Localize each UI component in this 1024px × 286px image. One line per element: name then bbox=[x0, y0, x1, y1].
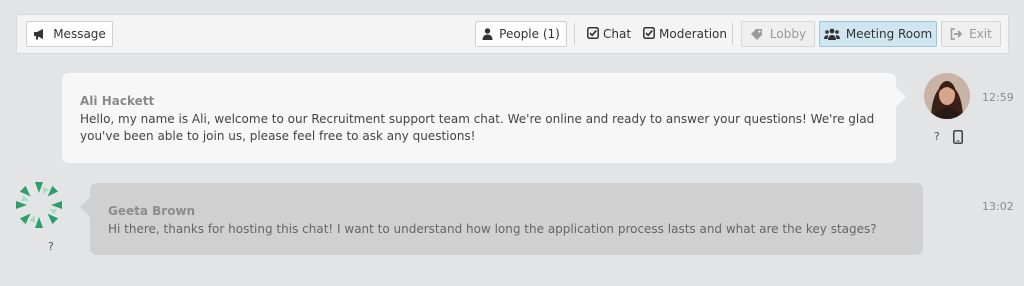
user-icon bbox=[482, 28, 493, 40]
message-author: Ali Hackett bbox=[80, 94, 155, 108]
message-author: Geeta Brown bbox=[108, 204, 196, 218]
chat-toggle-label: Chat bbox=[603, 27, 632, 41]
lobby-button[interactable]: Lobby bbox=[741, 21, 815, 47]
message-text: Hi there, thanks for hosting this chat! … bbox=[108, 222, 877, 236]
chat-toggle[interactable]: Chat bbox=[587, 21, 631, 47]
exit-button[interactable]: Exit bbox=[941, 21, 1001, 47]
message-status: ? bbox=[934, 130, 940, 143]
meeting-room-button[interactable]: Meeting Room bbox=[819, 21, 937, 47]
megaphone-icon bbox=[33, 28, 47, 40]
chat-message: Geeta Brown Hi there, thanks for hosting… bbox=[80, 183, 923, 255]
chat-message: Ali Hackett Hello, my name is Ali, welco… bbox=[62, 73, 906, 163]
toolbar-divider bbox=[732, 23, 733, 45]
checkbox-checked-icon bbox=[643, 26, 655, 42]
people-button-label: People (1) bbox=[499, 27, 560, 41]
tag-icon bbox=[750, 28, 764, 40]
checkbox-checked-icon bbox=[587, 26, 599, 42]
avatar bbox=[16, 182, 62, 228]
message-button-label: Message bbox=[53, 27, 106, 41]
tablet-icon bbox=[953, 129, 963, 148]
message-text: Hello, my name is Ali, welcome to our Re… bbox=[80, 112, 875, 143]
toolbar: Message People (1) Chat Moderation Lobby… bbox=[16, 14, 1009, 54]
message-time: 13:02 bbox=[982, 200, 1014, 213]
moderation-toggle-label: Moderation bbox=[659, 27, 727, 41]
message-button[interactable]: Message bbox=[26, 21, 113, 47]
people-button[interactable]: People (1) bbox=[475, 21, 567, 47]
meeting-room-button-label: Meeting Room bbox=[845, 27, 933, 41]
exit-button-label: Exit bbox=[969, 27, 992, 41]
sign-out-icon bbox=[950, 28, 963, 40]
lobby-button-label: Lobby bbox=[769, 27, 807, 41]
toolbar-divider bbox=[574, 23, 575, 45]
moderation-toggle[interactable]: Moderation bbox=[643, 21, 727, 47]
message-time: 12:59 bbox=[982, 91, 1014, 104]
message-status: ? bbox=[48, 240, 54, 253]
avatar bbox=[924, 73, 970, 119]
group-icon bbox=[823, 28, 840, 40]
